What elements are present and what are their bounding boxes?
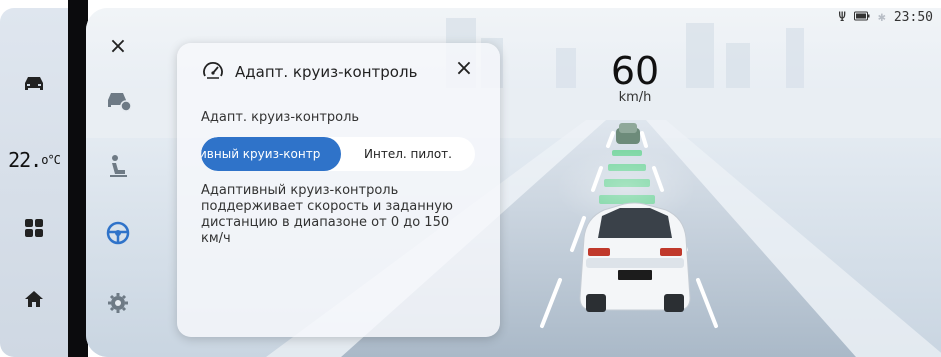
adaptive-cruise-dialog: Адапт. круиз-контроль × Адапт. круиз-кон… [177, 43, 500, 337]
dialog-close-icon[interactable]: × [452, 57, 476, 81]
status-bar: Ψ ✱ 23:50 [838, 10, 933, 25]
temperature-display[interactable]: 22. o°C [0, 146, 68, 174]
gear-icon[interactable] [102, 287, 134, 319]
speed-readout: 60 km/h [580, 50, 690, 105]
car-settings-icon[interactable] [102, 85, 134, 117]
dialog-title: Адапт. круиз-контроль [235, 63, 418, 81]
close-icon[interactable]: × [102, 30, 134, 62]
car-icon[interactable] [0, 66, 68, 102]
apps-grid-icon[interactable] [0, 213, 68, 243]
left-rail: 22. o°C [0, 8, 68, 357]
battery-icon [854, 10, 870, 25]
section-label: Адапт. круиз-контроль [201, 110, 360, 125]
seat-icon[interactable] [102, 150, 134, 182]
mode-segmented-control: ивный круиз-контр Интел. пилот. [201, 137, 475, 171]
bluetooth-icon: ✱ [878, 10, 886, 25]
clock: 23:50 [893, 10, 933, 25]
mode-option-pilot[interactable]: Интел. пилот. [341, 137, 475, 171]
temperature-unit: o°C [41, 153, 61, 167]
speedometer-icon [201, 59, 225, 83]
home-icon[interactable] [0, 284, 68, 314]
steering-wheel-icon[interactable] [102, 217, 134, 249]
speed-unit: km/h [618, 90, 652, 105]
usb-icon: Ψ [838, 10, 847, 25]
mode-option-adaptive[interactable]: ивный круиз-контр [201, 137, 341, 171]
speed-value: 60 [610, 49, 660, 93]
dialog-description: Адаптивный круиз-контроль поддерживает с… [201, 183, 453, 246]
rail-divider [68, 0, 88, 357]
temperature-value: 22. [8, 148, 42, 172]
